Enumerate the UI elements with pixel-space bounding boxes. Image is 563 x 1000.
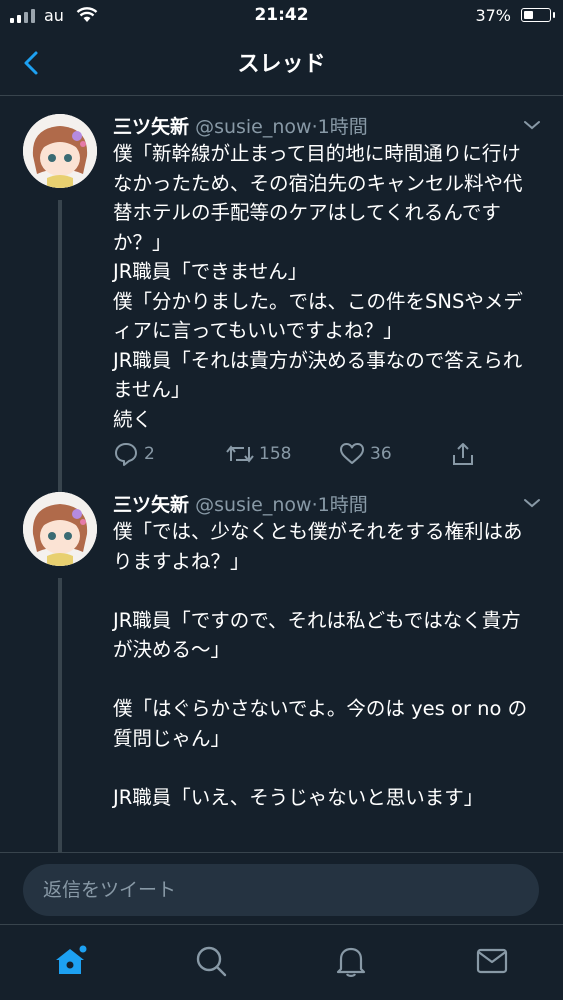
like-button[interactable]: 36 — [339, 441, 392, 467]
comment-icon — [115, 443, 137, 466]
home-icon[interactable] — [52, 943, 88, 979]
chevron-down-icon[interactable] — [522, 118, 542, 132]
display-name[interactable]: 三ツ矢新 — [113, 494, 189, 516]
mail-icon[interactable] — [474, 943, 510, 979]
tweet-header: 三ツ矢新 @susie_now·1時間 — [113, 490, 368, 517]
status-bar: au 21:42 37% — [0, 0, 563, 30]
retweet-icon — [226, 445, 254, 463]
retweet-count: 158 — [259, 444, 292, 464]
avatar[interactable] — [23, 114, 97, 188]
user-handle[interactable]: @susie_now — [195, 116, 312, 138]
thread-connector-line — [58, 200, 62, 496]
battery-percent: 37% — [475, 6, 511, 25]
reply-input[interactable]: 返信をツイート — [23, 864, 539, 916]
tweet-header: 三ツ矢新 @susie_now·1時間 — [113, 112, 368, 139]
user-handle[interactable]: @susie_now — [195, 494, 312, 516]
retweet-button[interactable]: 158 — [226, 441, 291, 467]
tweet-text: 僕「では、少なくとも僕がそれをする権利はありますよね？」 JR職員「ですので、そ… — [113, 520, 528, 809]
chevron-down-icon[interactable] — [522, 496, 542, 510]
tweet-actions: 2 158 36 — [113, 441, 513, 473]
display-name[interactable]: 三ツ矢新 — [113, 116, 189, 138]
search-icon[interactable] — [193, 943, 229, 979]
heart-icon — [340, 443, 364, 464]
share-icon — [453, 443, 473, 465]
tweet-time: 1時間 — [317, 116, 368, 138]
like-count: 36 — [370, 444, 392, 464]
thread-connector-line — [58, 578, 62, 852]
reply-count: 2 — [144, 444, 155, 464]
battery-icon — [521, 8, 555, 22]
reply-button[interactable]: 2 — [113, 441, 155, 467]
thread-header: スレッド — [0, 30, 563, 96]
tweet-text: 僕「新幹線が止まって目的地に時間通りに行けなかったため、その宿泊先のキャンセル料… — [113, 142, 523, 431]
share-button[interactable] — [450, 441, 476, 467]
avatar-illustration — [23, 492, 97, 566]
bell-icon[interactable] — [333, 943, 369, 979]
avatar[interactable] — [23, 492, 97, 566]
avatar-illustration — [23, 114, 97, 188]
tweet-time: 1時間 — [317, 494, 368, 516]
reply-bar: 返信をツイート — [0, 852, 563, 924]
tweet[interactable]: 三ツ矢新 @susie_now·1時間 僕「では、少なくとも僕がそれをする権利は… — [0, 478, 563, 852]
bottom-tab-bar — [0, 924, 563, 1000]
page-title: スレッド — [237, 52, 326, 77]
tweet[interactable]: 三ツ矢新 @susie_now·1時間 僕「新幹線が止まって目的地に時間通りに行… — [0, 96, 563, 496]
